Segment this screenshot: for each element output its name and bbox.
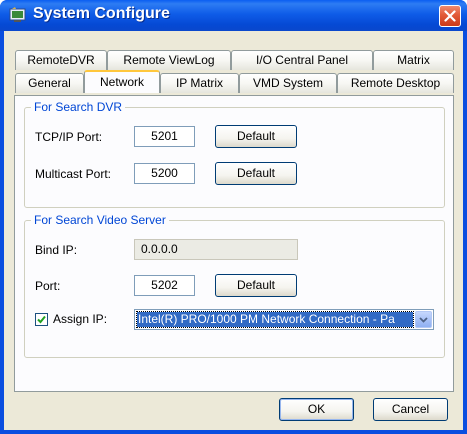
window-title: System Configure [33,5,170,22]
port-default-button[interactable]: Default [215,274,297,297]
tab-remote-viewlog[interactable]: Remote ViewLog [107,50,231,70]
ok-button[interactable]: OK [279,398,354,421]
close-icon [444,10,456,22]
multicast-port-input[interactable]: 5200 [134,163,195,184]
assign-ip-selected-value: Intel(R) PRO/1000 PM Network Connection … [136,311,414,328]
tab-io-central-panel[interactable]: I/O Central Panel [231,50,373,70]
tcpip-default-button[interactable]: Default [215,125,297,148]
close-button[interactable] [439,5,461,27]
tab-remotedvr[interactable]: RemoteDVR [15,50,107,70]
assign-ip-checkbox[interactable] [35,313,48,326]
tcpip-port-label: TCP/IP Port: [35,130,103,144]
search-dvr-legend: For Search DVR [31,100,126,114]
search-video-server-group: For Search Video Server Bind IP: 0.0.0.0… [24,213,445,358]
dialog-client-area: RemoteDVR Remote ViewLog I/O Central Pan… [4,31,463,430]
tab-matrix[interactable]: Matrix [373,50,454,70]
port-input[interactable]: 5202 [134,275,195,296]
bind-ip-input[interactable]: 0.0.0.0 [134,239,298,260]
app-icon [9,7,26,22]
multicast-port-label: Multicast Port: [35,167,112,181]
search-video-server-legend: For Search Video Server [31,213,169,227]
tab-vmd-system[interactable]: VMD System [239,73,337,93]
network-tab-panel: For Search DVR TCP/IP Port: 5201 Default… [14,95,454,392]
assign-ip-label: Assign IP: [53,312,108,326]
search-dvr-group: For Search DVR TCP/IP Port: 5201 Default… [24,100,445,208]
tab-ip-matrix[interactable]: IP Matrix [160,73,239,93]
assign-ip-select[interactable]: Intel(R) PRO/1000 PM Network Connection … [134,309,434,330]
chevron-down-icon [419,316,428,323]
tab-remote-desktop[interactable]: Remote Desktop [337,73,454,93]
port-label: Port: [35,279,61,293]
cancel-button[interactable]: Cancel [373,398,448,421]
tab-general[interactable]: General [15,73,84,93]
system-configure-window: System Configure RemoteDVR Remote ViewLo… [0,0,467,434]
multicast-default-button[interactable]: Default [215,162,297,185]
checkmark-icon [37,315,46,324]
tab-network[interactable]: Network [84,70,160,93]
dropdown-button[interactable] [415,311,432,328]
title-bar[interactable]: System Configure [0,0,467,31]
bind-ip-label: Bind IP: [35,243,78,257]
tcpip-port-input[interactable]: 5201 [134,126,195,147]
